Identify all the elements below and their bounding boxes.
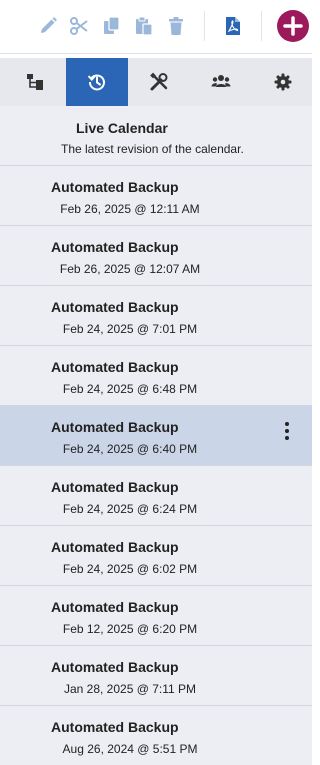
revision-item[interactable]: Automated Backup Feb 24, 2025 @ 6:24 PM bbox=[0, 466, 312, 526]
revision-item[interactable]: Automated Backup Feb 26, 2025 @ 12:07 AM bbox=[0, 226, 312, 286]
revision-title: Automated Backup bbox=[51, 179, 179, 195]
tab-bar bbox=[0, 58, 312, 106]
revision-item[interactable]: Automated Backup Jan 28, 2025 @ 7:11 PM bbox=[0, 646, 312, 706]
tab-history[interactable] bbox=[66, 58, 128, 106]
revision-title: Automated Backup bbox=[51, 359, 179, 375]
add-button[interactable] bbox=[277, 10, 309, 42]
live-calendar-item[interactable]: Live Calendar The latest revision of the… bbox=[0, 106, 312, 166]
revision-date: Feb 24, 2025 @ 7:01 PM bbox=[62, 322, 198, 336]
tree-icon bbox=[27, 74, 43, 90]
history-icon bbox=[87, 74, 105, 91]
revision-item[interactable]: Automated Backup Feb 12, 2025 @ 6:20 PM bbox=[0, 586, 312, 646]
revision-item[interactable]: Automated Backup Feb 24, 2025 @ 6:48 PM bbox=[0, 346, 312, 406]
toolbar-divider bbox=[204, 11, 205, 41]
revision-date: Jan 28, 2025 @ 7:11 PM bbox=[63, 682, 197, 696]
revision-title: Automated Backup bbox=[51, 239, 179, 255]
pencil-icon[interactable] bbox=[37, 15, 59, 37]
revision-item[interactable]: Automated Backup Feb 24, 2025 @ 6:40 PM bbox=[0, 406, 312, 466]
revision-title: Automated Backup bbox=[51, 659, 179, 675]
revision-title: Automated Backup bbox=[51, 479, 179, 495]
revision-title: Automated Backup bbox=[51, 419, 179, 435]
revision-date: Feb 24, 2025 @ 6:02 PM bbox=[62, 562, 198, 576]
trash-icon[interactable] bbox=[165, 15, 187, 37]
pdf-icon[interactable] bbox=[222, 15, 244, 37]
live-calendar-title: Live Calendar bbox=[76, 120, 168, 136]
scissors-icon[interactable] bbox=[68, 15, 90, 37]
revision-date: Feb 24, 2025 @ 6:48 PM bbox=[62, 382, 198, 396]
copy-icon[interactable] bbox=[101, 15, 123, 37]
tab-settings[interactable] bbox=[252, 58, 314, 106]
tab-users[interactable] bbox=[190, 58, 252, 106]
toolbar bbox=[0, 0, 312, 54]
gear-icon bbox=[274, 73, 292, 91]
revision-item[interactable]: Automated Backup Feb 26, 2025 @ 12:11 AM bbox=[0, 166, 312, 226]
revision-date: Aug 26, 2024 @ 5:51 PM bbox=[62, 742, 198, 756]
tools-icon bbox=[150, 72, 168, 91]
revision-items: Automated Backup Feb 26, 2025 @ 12:11 AM… bbox=[0, 166, 312, 765]
revision-date: Feb 12, 2025 @ 6:20 PM bbox=[62, 622, 198, 636]
revision-list: Live Calendar The latest revision of the… bbox=[0, 106, 312, 765]
revision-title: Automated Backup bbox=[51, 539, 179, 555]
tab-tools[interactable] bbox=[128, 58, 190, 106]
live-calendar-subtitle: The latest revision of the calendar. bbox=[61, 142, 244, 156]
revision-date: Feb 24, 2025 @ 6:40 PM bbox=[62, 442, 198, 456]
tab-tree[interactable] bbox=[4, 58, 66, 106]
revision-date: Feb 24, 2025 @ 6:24 PM bbox=[62, 502, 198, 516]
toolbar-divider bbox=[261, 11, 262, 41]
revision-date: Feb 26, 2025 @ 12:07 AM bbox=[59, 262, 201, 276]
paste-icon[interactable] bbox=[133, 15, 155, 37]
revision-item[interactable]: Automated Backup Feb 24, 2025 @ 7:01 PM bbox=[0, 286, 312, 346]
revision-title: Automated Backup bbox=[51, 299, 179, 315]
revision-title: Automated Backup bbox=[51, 719, 179, 735]
revision-title: Automated Backup bbox=[51, 599, 179, 615]
more-options-icon[interactable] bbox=[280, 421, 294, 441]
revision-date: Feb 26, 2025 @ 12:11 AM bbox=[60, 202, 200, 216]
users-icon bbox=[211, 75, 231, 87]
revision-item[interactable]: Automated Backup Aug 26, 2024 @ 5:51 PM bbox=[0, 706, 312, 765]
plus-icon bbox=[283, 16, 303, 36]
revision-item[interactable]: Automated Backup Feb 24, 2025 @ 6:02 PM bbox=[0, 526, 312, 586]
